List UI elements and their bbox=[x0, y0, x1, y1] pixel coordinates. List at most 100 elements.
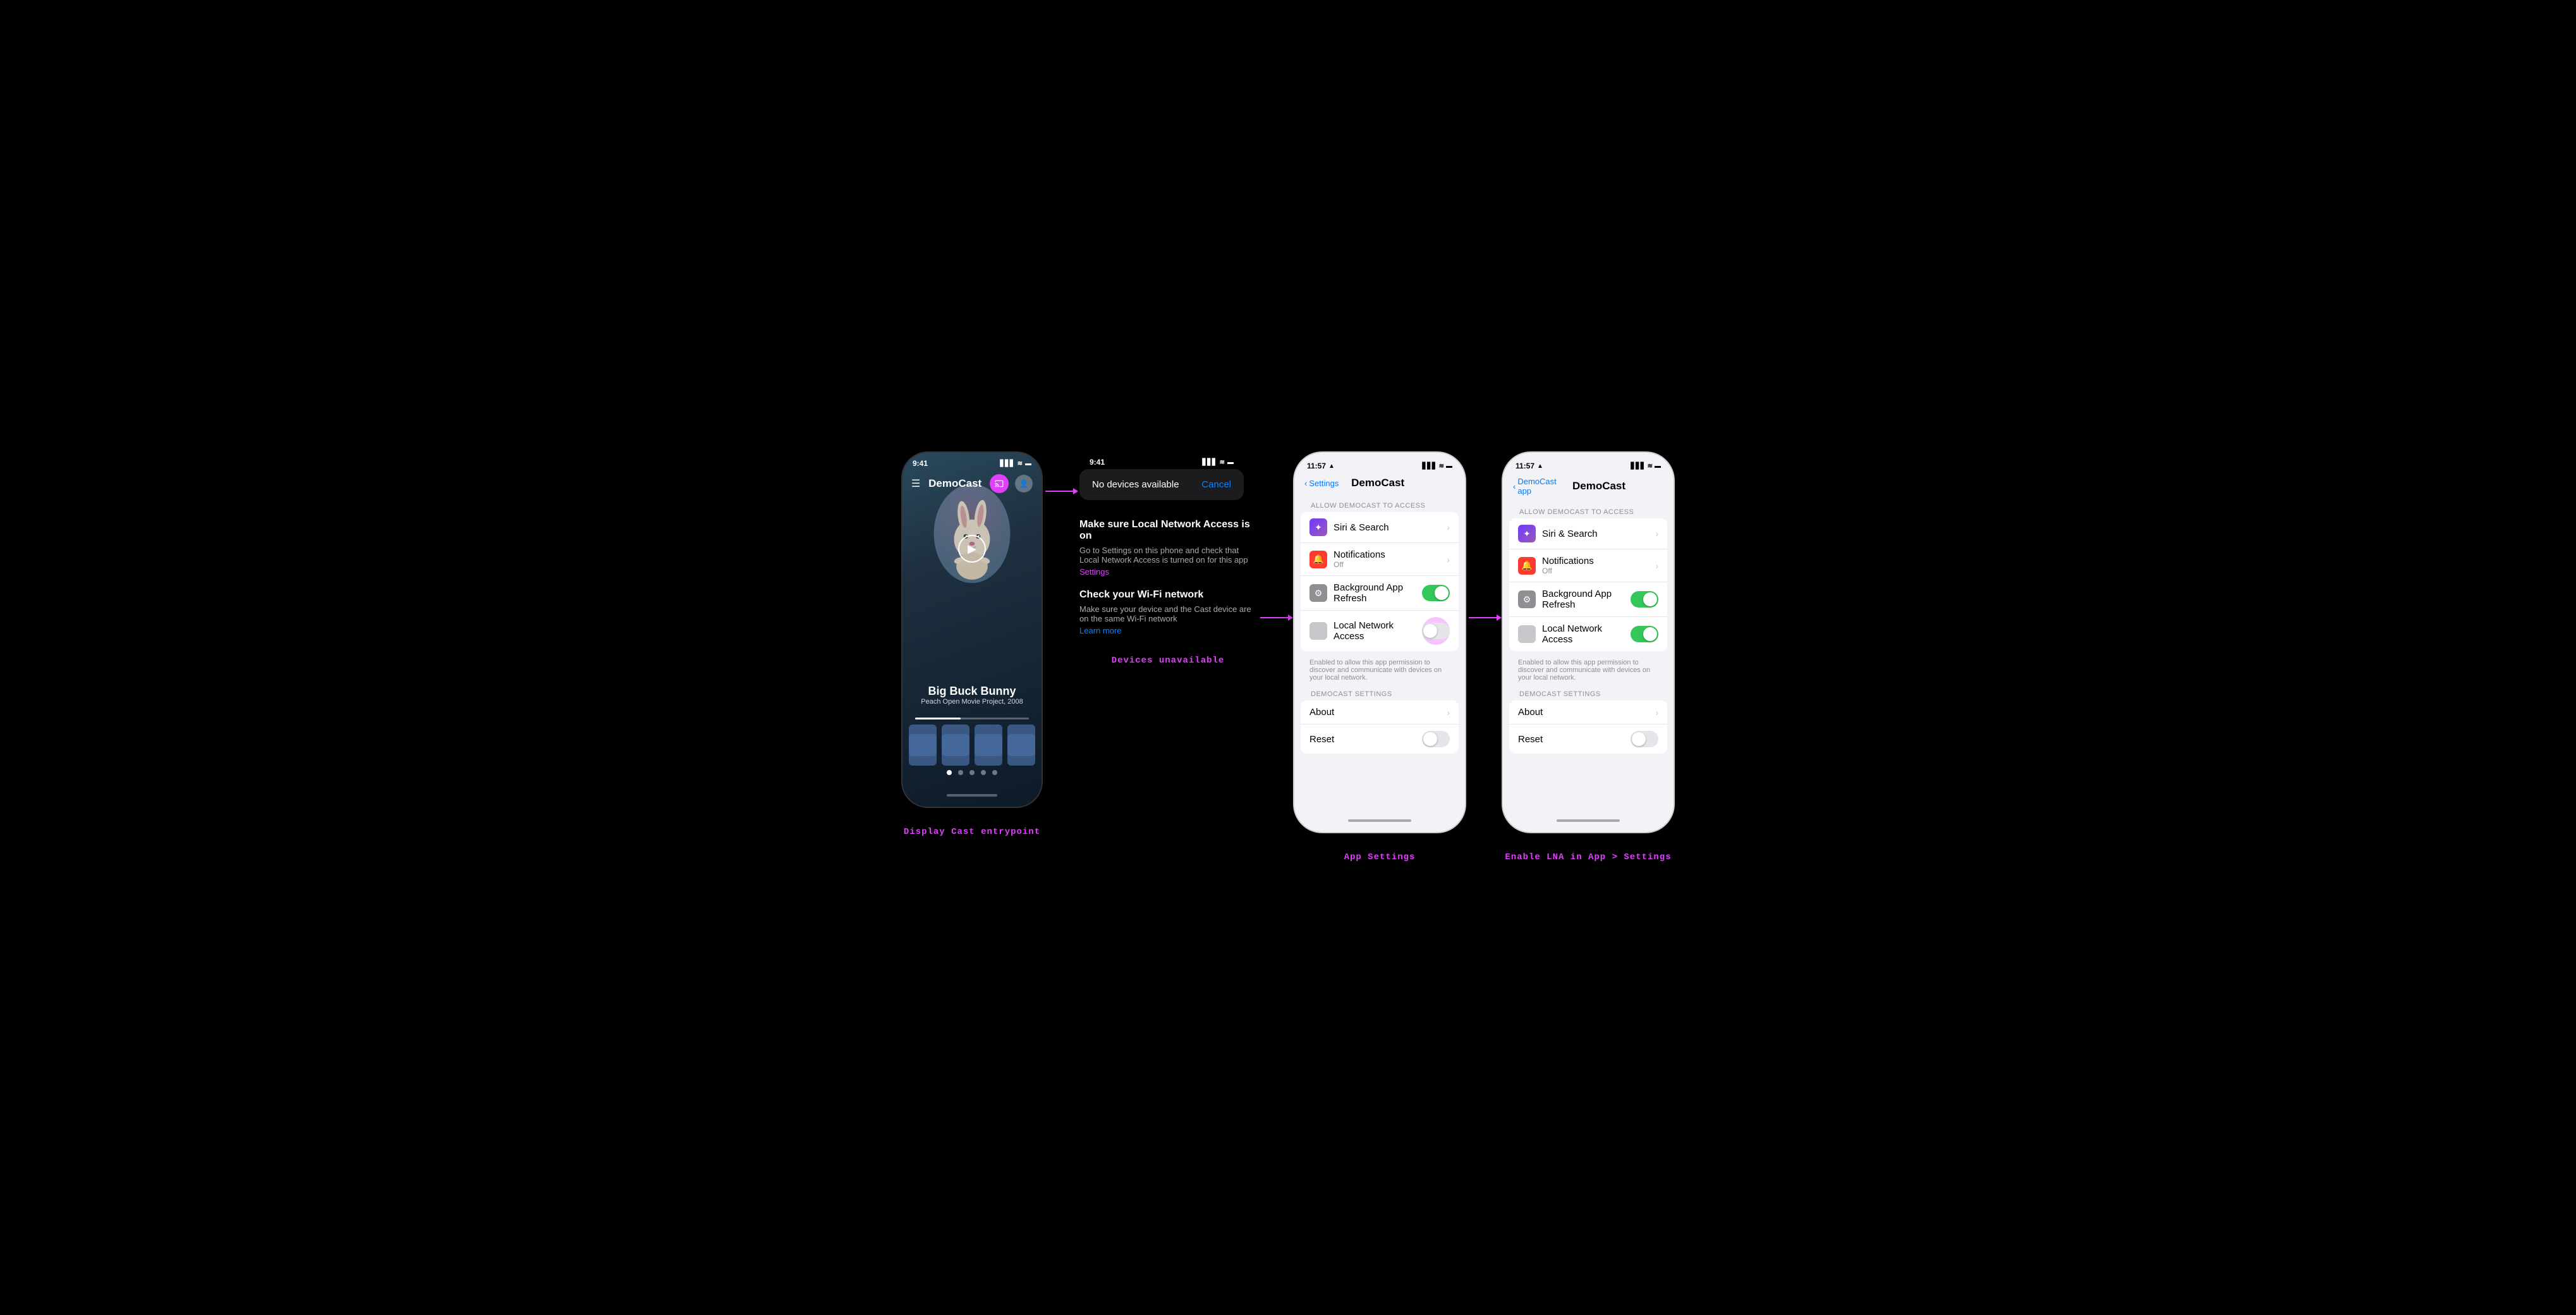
movie-info: Big Buck Bunny Peach Open Movie Project,… bbox=[902, 685, 1042, 706]
reset-right-4 bbox=[1631, 731, 1658, 747]
settings-status-bar-3: 11:57 ▲ ▋▋▋ ≋ ▬ bbox=[1294, 453, 1465, 473]
reset-toggle-3[interactable] bbox=[1422, 731, 1450, 747]
settings-status-icons-3: ▋▋▋ ≋ ▬ bbox=[1423, 463, 1452, 470]
lna-row-4[interactable]: Local Network Access bbox=[1509, 617, 1667, 651]
reset-label-4: Reset bbox=[1518, 734, 1631, 745]
about-chevron-4: › bbox=[1655, 707, 1658, 718]
notif-row-3[interactable]: 🔔 Notifications Off › bbox=[1301, 543, 1459, 576]
arrow-2 bbox=[1260, 617, 1289, 618]
lna-content-4: Local Network Access bbox=[1542, 623, 1631, 645]
battery-3: ▬ bbox=[1446, 463, 1452, 470]
settings-phone-4: 11:57 ▲ ▋▋▋ ≋ ▬ ‹ DemoCast app DemoCast bbox=[1503, 453, 1674, 832]
thumb-6[interactable] bbox=[942, 734, 969, 766]
bg-refresh-row-3[interactable]: ⚙ Background App Refresh bbox=[1301, 576, 1459, 611]
progress-fill bbox=[915, 718, 961, 719]
settings-scroll-4: ALLOW DEMOCAST TO ACCESS ✦ Siri & Search… bbox=[1503, 502, 1674, 813]
notif-chevron-3: › bbox=[1447, 554, 1450, 565]
refresh-icon-4: ⚙ bbox=[1518, 590, 1536, 608]
reset-toggle-knob-3 bbox=[1423, 732, 1437, 746]
settings-phone-3: 11:57 ▲ ▋▋▋ ≋ ▬ ‹ Settings DemoCast bbox=[1294, 453, 1465, 832]
location-icon-4: ▲ bbox=[1537, 463, 1543, 470]
back-button-3[interactable]: ‹ Settings bbox=[1304, 479, 1339, 488]
refresh-toggle-3[interactable] bbox=[1422, 585, 1450, 601]
popup-battery-icon: ▬ bbox=[1227, 459, 1234, 466]
status-time-4: 11:57 bbox=[1516, 462, 1534, 470]
about-row-3[interactable]: About › bbox=[1301, 700, 1459, 725]
notif-row-4[interactable]: 🔔 Notifications Off › bbox=[1509, 549, 1667, 582]
dot-1 bbox=[947, 770, 952, 775]
back-button-4[interactable]: ‹ DemoCast app bbox=[1513, 477, 1572, 496]
nav-title-4: DemoCast bbox=[1572, 480, 1625, 492]
arrow-head-2 bbox=[1288, 615, 1293, 621]
trouble-title-1: Make sure Local Network Access is on bbox=[1079, 519, 1256, 542]
home-indicator-3 bbox=[1294, 813, 1465, 832]
cancel-button[interactable]: Cancel bbox=[1201, 479, 1231, 490]
reset-row-3[interactable]: Reset bbox=[1301, 725, 1459, 754]
menu-icon[interactable]: ☰ bbox=[911, 477, 920, 490]
section-header-1-3: ALLOW DEMOCAST TO ACCESS bbox=[1301, 498, 1459, 512]
progress-bar[interactable] bbox=[915, 718, 1029, 719]
thumb-7[interactable] bbox=[975, 734, 1002, 766]
thumb-8[interactable] bbox=[1007, 734, 1035, 766]
app-top-bar: ☰ DemoCast 👤 bbox=[902, 470, 1042, 497]
play-circle: ▶ bbox=[958, 535, 986, 563]
arrow-3 bbox=[1469, 617, 1498, 618]
notif-icon-4: 🔔 bbox=[1518, 557, 1536, 575]
settings-link[interactable]: Settings bbox=[1079, 567, 1256, 577]
settings-nav-3: ‹ Settings DemoCast bbox=[1294, 473, 1465, 496]
notif-right-3: › bbox=[1447, 554, 1450, 565]
reset-row-4[interactable]: Reset bbox=[1509, 725, 1667, 754]
movie-title: Big Buck Bunny bbox=[902, 685, 1042, 698]
notif-right-4: › bbox=[1655, 561, 1658, 571]
bg-refresh-row-4[interactable]: ⚙ Background App Refresh bbox=[1509, 582, 1667, 617]
troubleshoot-card: Make sure Local Network Access is on Go … bbox=[1079, 519, 1256, 635]
arrow-head-3 bbox=[1497, 615, 1502, 621]
notif-content-3: Notifications Off bbox=[1334, 549, 1447, 569]
lna-toggle-3[interactable] bbox=[1422, 623, 1450, 639]
avatar[interactable]: 👤 bbox=[1015, 475, 1033, 492]
lna-row-3[interactable]: Local Network Access bbox=[1301, 611, 1459, 651]
settings-group-1-3: ✦ Siri & Search › 🔔 Not bbox=[1301, 512, 1459, 651]
settings-status-bar-4: 11:57 ▲ ▋▋▋ ≋ ▬ bbox=[1503, 453, 1674, 473]
back-chevron-3: ‹ bbox=[1304, 479, 1307, 488]
lna-toggle-highlight-3 bbox=[1422, 617, 1450, 645]
progress-bg bbox=[915, 718, 1029, 719]
status-time-3: 11:57 bbox=[1307, 462, 1326, 470]
siri-search-row-4[interactable]: ✦ Siri & Search › bbox=[1509, 518, 1667, 549]
about-row-4[interactable]: About › bbox=[1509, 700, 1667, 725]
cast-button[interactable] bbox=[990, 474, 1009, 493]
play-button[interactable]: ▶ bbox=[958, 535, 986, 563]
reset-content-3: Reset bbox=[1309, 734, 1422, 745]
siri-chevron-3: › bbox=[1447, 522, 1450, 532]
network-icon-4 bbox=[1518, 625, 1536, 643]
refresh-label-3: Background App Refresh bbox=[1334, 582, 1422, 604]
notif-icon-3: 🔔 bbox=[1309, 551, 1327, 568]
cast-icon bbox=[995, 479, 1004, 488]
devices-unavail-area: 9:41 ▋▋▋ ≋ ▬ No devices available Cancel… bbox=[1079, 453, 1256, 635]
lna-toggle-4[interactable] bbox=[1631, 626, 1658, 642]
status-left-3: 11:57 ▲ bbox=[1307, 462, 1335, 470]
home-indicator-4 bbox=[1503, 813, 1674, 832]
back-chevron-4: ‹ bbox=[1513, 482, 1516, 491]
arrow-line-3 bbox=[1469, 617, 1498, 618]
column-3: 11:57 ▲ ▋▋▋ ≋ ▬ ‹ Settings DemoCast bbox=[1294, 453, 1465, 862]
lna-right-3 bbox=[1422, 617, 1450, 645]
refresh-icon-3: ⚙ bbox=[1309, 584, 1327, 602]
location-icon-3: ▲ bbox=[1328, 463, 1335, 470]
refresh-toggle-4[interactable] bbox=[1631, 591, 1658, 608]
column-2: 9:41 ▋▋▋ ≋ ▬ No devices available Cancel… bbox=[1079, 453, 1256, 666]
settings-scroll-3: ALLOW DEMOCAST TO ACCESS ✦ Siri & Search… bbox=[1294, 496, 1465, 813]
thumb-5[interactable] bbox=[909, 734, 937, 766]
siri-content-3: Siri & Search bbox=[1334, 522, 1447, 533]
siri-search-row-3[interactable]: ✦ Siri & Search › bbox=[1301, 512, 1459, 543]
battery-icon: ▬ bbox=[1025, 460, 1031, 467]
reset-toggle-4[interactable] bbox=[1631, 731, 1658, 747]
siri-content-4: Siri & Search bbox=[1542, 529, 1655, 539]
bunny-svg bbox=[928, 483, 1016, 584]
siri-label-3: Siri & Search bbox=[1334, 522, 1447, 533]
siri-right-3: › bbox=[1447, 522, 1450, 532]
popup-status-time: 9:41 bbox=[1090, 458, 1105, 467]
refresh-right-3 bbox=[1422, 585, 1450, 601]
arrow-line-2 bbox=[1260, 617, 1289, 618]
learn-more-link[interactable]: Learn more bbox=[1079, 626, 1256, 635]
